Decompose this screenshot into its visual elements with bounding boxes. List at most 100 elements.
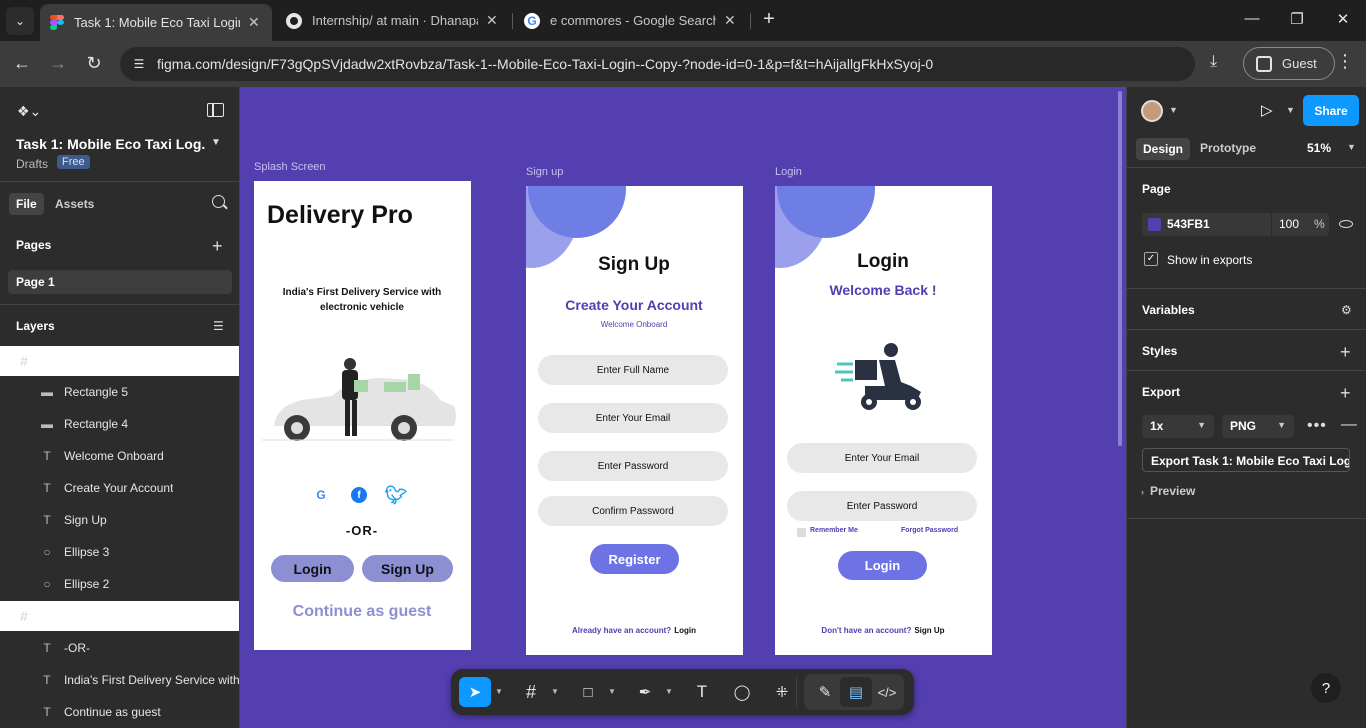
remember-me-checkbox[interactable]: [797, 528, 806, 537]
new-tab-button[interactable]: +: [758, 9, 780, 31]
layer-item-frame[interactable]: # Sign up: [0, 346, 239, 376]
page-color-field[interactable]: 543FB1 100 %: [1142, 213, 1329, 236]
remember-me-label[interactable]: Remember Me: [810, 527, 858, 534]
email-field[interactable]: Enter Your Email: [538, 403, 728, 433]
close-tab-icon[interactable]: ✕: [724, 12, 736, 29]
move-tool-icon[interactable]: ➤: [459, 677, 491, 707]
show-in-exports-label[interactable]: Show in exports: [1167, 253, 1252, 267]
share-button[interactable]: Share: [1303, 95, 1359, 126]
signup-link[interactable]: Sign Up: [914, 626, 944, 635]
layer-item-frame[interactable]: # Splash Screen: [0, 601, 239, 631]
layer-item[interactable]: T India's First Delivery Service with: [0, 665, 239, 695]
chevron-down-icon[interactable]: ▼: [1286, 105, 1295, 115]
frame-label[interactable]: Sign up: [526, 166, 563, 178]
signup-frame[interactable]: Sign Up Create Your Account Welcome Onbo…: [526, 186, 743, 655]
register-button[interactable]: Register: [590, 544, 679, 574]
forward-button[interactable]: →: [46, 52, 70, 76]
frame-label[interactable]: Splash Screen: [254, 161, 326, 173]
text-tool-icon[interactable]: T: [686, 677, 718, 707]
password-field[interactable]: Enter Password: [538, 451, 728, 481]
layer-item[interactable]: ○ Ellipse 3: [0, 537, 239, 567]
confirm-password-field[interactable]: Confirm Password: [538, 496, 728, 526]
preview-toggle[interactable]: › Preview: [1141, 484, 1195, 498]
layers-options-icon[interactable]: ☰: [213, 319, 224, 333]
tab-design[interactable]: Design: [1136, 138, 1191, 160]
drafts-label[interactable]: Drafts: [16, 157, 48, 171]
export-button[interactable]: Export Task 1: Mobile Eco Taxi Log...: [1142, 448, 1350, 472]
browser-tab-google[interactable]: G e commores - Google Search ✕: [514, 5, 746, 36]
login-button[interactable]: Login: [271, 555, 354, 582]
help-button[interactable]: ?: [1311, 673, 1341, 703]
variables-settings-icon[interactable]: ⚙: [1341, 303, 1352, 317]
login-frame[interactable]: Login Welcome Back ! Enter Your Email En…: [775, 186, 992, 655]
tab-search-button[interactable]: ⌄: [6, 7, 34, 35]
google-icon[interactable]: G: [313, 487, 329, 503]
pen-tool-icon[interactable]: ✒: [629, 677, 661, 707]
close-tab-icon[interactable]: ✕: [486, 12, 498, 29]
restore-icon[interactable]: ❐: [1285, 10, 1309, 28]
signup-button[interactable]: Sign Up: [362, 555, 453, 582]
add-style-icon[interactable]: +: [1340, 343, 1351, 361]
export-format-select[interactable]: PNG ▼: [1222, 415, 1294, 438]
actions-icon[interactable]: ⁜: [766, 677, 798, 707]
email-field[interactable]: Enter Your Email: [787, 443, 977, 473]
color-swatch[interactable]: [1148, 218, 1161, 231]
draw-mode-icon[interactable]: ✎: [809, 677, 841, 707]
layer-item[interactable]: ▬ Rectangle 5: [0, 377, 239, 407]
rectangle-tool-icon[interactable]: □: [572, 677, 604, 707]
layer-item[interactable]: T Create Your Account: [0, 473, 239, 503]
minimize-icon[interactable]: —: [1240, 10, 1264, 27]
frame-tool-icon[interactable]: #: [515, 677, 547, 707]
figma-menu-icon[interactable]: ❖⌄: [17, 103, 41, 120]
password-field[interactable]: Enter Password: [787, 491, 977, 521]
layer-item[interactable]: ○ Ellipse 2: [0, 569, 239, 599]
frame-label[interactable]: Login: [775, 166, 802, 178]
canvas-scrollbar[interactable]: [1118, 91, 1122, 446]
back-button[interactable]: ←: [10, 52, 34, 76]
browser-tab-figma[interactable]: Task 1: Mobile Eco Taxi Login (C ✕: [40, 4, 272, 41]
present-icon[interactable]: ▷: [1261, 101, 1273, 119]
dev-mode-icon[interactable]: </>: [871, 677, 903, 707]
chevron-down-icon[interactable]: ▼: [495, 687, 503, 696]
layer-item[interactable]: T Continue as guest: [0, 697, 239, 727]
chevron-down-icon[interactable]: ▼: [665, 687, 673, 696]
avatar[interactable]: [1141, 100, 1163, 122]
browser-menu-icon[interactable]: ⋮: [1336, 51, 1354, 72]
download-icon[interactable]: ⤓: [1210, 53, 1217, 71]
layer-item[interactable]: T -OR-: [0, 633, 239, 663]
chevron-down-icon[interactable]: ▼: [1169, 105, 1178, 115]
site-info-icon[interactable]: ☰: [128, 53, 150, 75]
close-window-icon[interactable]: ✕: [1331, 10, 1355, 28]
chevron-down-icon[interactable]: ▼: [1347, 142, 1356, 152]
continue-as-guest-link[interactable]: Continue as guest: [254, 603, 470, 621]
color-hex[interactable]: 543FB1: [1167, 217, 1210, 231]
chevron-down-icon[interactable]: ▼: [608, 687, 616, 696]
sidebar-toggle-icon[interactable]: [207, 103, 224, 117]
profile-button[interactable]: Guest: [1243, 47, 1335, 80]
forgot-password-link[interactable]: Forgot Password: [901, 527, 958, 534]
splash-screen-frame[interactable]: Delivery Pro India's First Delivery Serv…: [254, 181, 471, 650]
login-link[interactable]: Login: [674, 626, 696, 635]
chevron-down-icon[interactable]: ▼: [211, 137, 221, 148]
close-tab-icon[interactable]: ✕: [248, 14, 260, 31]
remove-export-icon[interactable]: —: [1341, 416, 1357, 434]
layer-item[interactable]: T Welcome Onboard: [0, 441, 239, 471]
export-scale-select[interactable]: 1x ▼: [1142, 415, 1214, 438]
more-options-icon[interactable]: •••: [1307, 417, 1327, 435]
layer-item[interactable]: ▬ Rectangle 4: [0, 409, 239, 439]
address-bar[interactable]: ☰ figma.com/design/F73gQpSVjdadw2xtRovbz…: [120, 47, 1195, 81]
reload-button[interactable]: ↻: [82, 52, 106, 76]
design-mode-icon[interactable]: ▤: [840, 677, 872, 707]
design-canvas[interactable]: Splash Screen Delivery Pro India's First…: [240, 87, 1126, 728]
add-page-icon[interactable]: +: [212, 237, 223, 255]
show-in-exports-checkbox[interactable]: ✓: [1144, 252, 1158, 266]
comment-tool-icon[interactable]: ◯: [726, 677, 758, 707]
visibility-eye-icon[interactable]: [1339, 220, 1353, 228]
file-title[interactable]: Task 1: Mobile Eco Taxi Log...: [16, 136, 206, 152]
tab-file[interactable]: File: [9, 193, 44, 215]
zoom-level[interactable]: 51%: [1307, 141, 1331, 155]
add-export-icon[interactable]: +: [1340, 384, 1351, 402]
tab-prototype[interactable]: Prototype: [1200, 141, 1256, 155]
url-text[interactable]: figma.com/design/F73gQpSVjdadw2xtRovbza/…: [157, 56, 933, 72]
tab-assets[interactable]: Assets: [55, 197, 94, 211]
